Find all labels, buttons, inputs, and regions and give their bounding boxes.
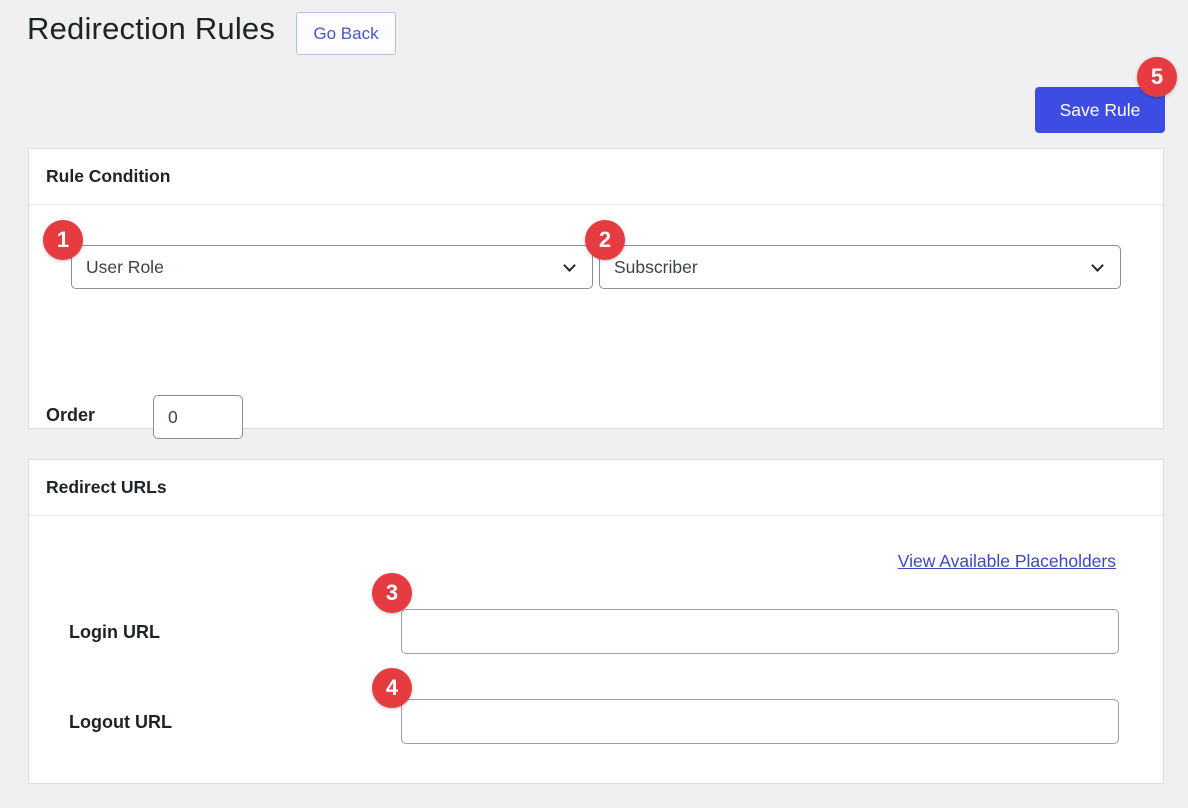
redirection-rules-page: Redirection Rules Go Back Save Rule Rule… (0, 0, 1188, 808)
step-badge-3: 3 (372, 573, 412, 613)
page-title: Redirection Rules (27, 11, 275, 47)
rule-condition-panel: Rule Condition User Role Subscriber Orde… (28, 148, 1164, 429)
condition-type-select[interactable]: User Role (71, 245, 593, 289)
condition-type-select-value: User Role (86, 257, 164, 278)
rule-condition-heading: Rule Condition (29, 149, 1163, 205)
chevron-down-icon (563, 259, 576, 272)
login-url-label: Login URL (69, 622, 160, 643)
order-label: Order (46, 405, 95, 426)
step-badge-2: 2 (585, 220, 625, 260)
chevron-down-icon (1091, 259, 1104, 272)
step-badge-4: 4 (372, 668, 412, 708)
order-input[interactable] (153, 395, 243, 439)
logout-url-label: Logout URL (69, 712, 172, 733)
step-badge-1: 1 (43, 220, 83, 260)
redirect-urls-panel: Redirect URLs View Available Placeholder… (28, 459, 1164, 784)
logout-url-input[interactable] (401, 699, 1119, 744)
step-badge-5: 5 (1137, 57, 1177, 97)
go-back-button[interactable]: Go Back (296, 12, 396, 55)
condition-value-select[interactable]: Subscriber (599, 245, 1121, 289)
login-url-input[interactable] (401, 609, 1119, 654)
condition-value-select-value: Subscriber (614, 257, 698, 278)
redirect-urls-heading: Redirect URLs (29, 460, 1163, 516)
view-available-placeholders-link[interactable]: View Available Placeholders (898, 551, 1116, 572)
